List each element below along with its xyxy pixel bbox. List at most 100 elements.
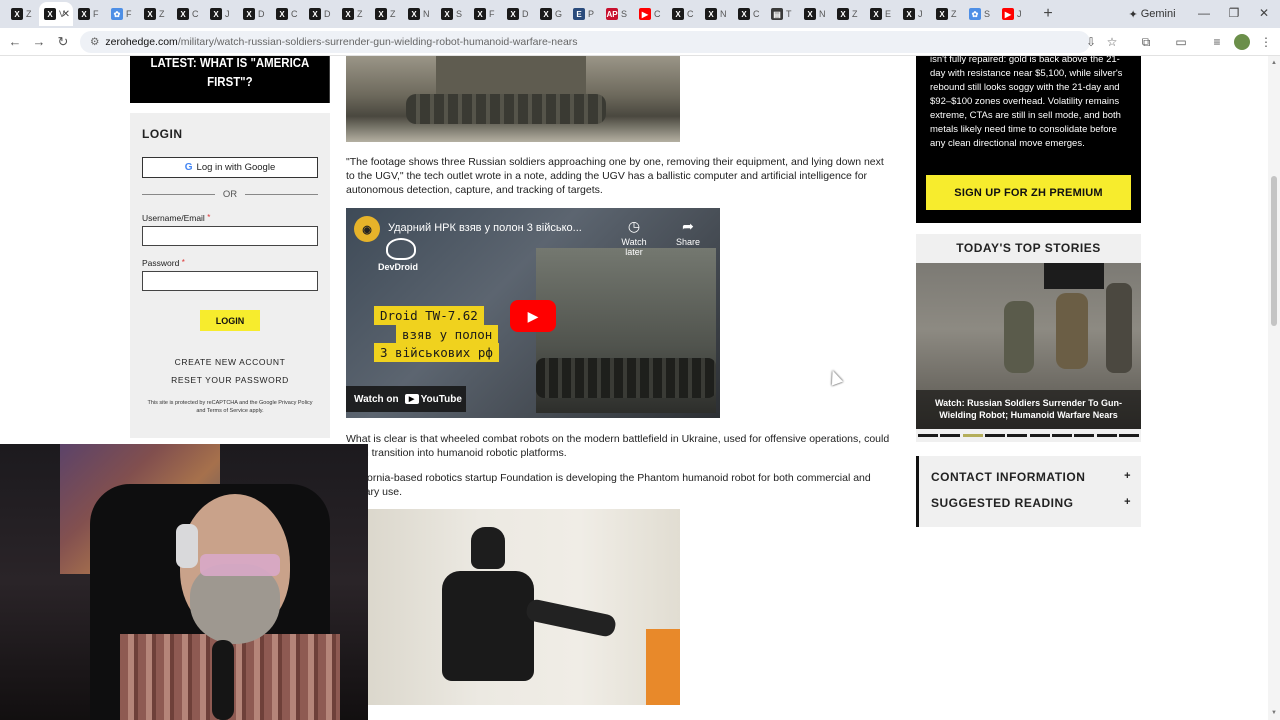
back-arrow-icon[interactable]: ← (3, 30, 27, 54)
bookmark-star-icon[interactable]: ☆ (1104, 35, 1120, 49)
restore-icon[interactable]: ❐ (1227, 6, 1241, 20)
browser-menu-icon[interactable]: ⋮ (1258, 35, 1274, 49)
contact-information-row[interactable]: CONTACT INFORMATION + (931, 470, 1131, 484)
browser-tab[interactable]: XC (172, 2, 205, 26)
login-button[interactable]: LOGIN (200, 310, 260, 331)
install-app-icon[interactable]: ⇩ (1083, 35, 1099, 49)
create-account-link[interactable]: CREATE NEW ACCOUNT (130, 357, 330, 367)
browser-tab[interactable]: AP S (601, 2, 634, 26)
browser-tab[interactable]: XN (403, 2, 436, 26)
browser-tab[interactable]: XS (436, 2, 469, 26)
carousel-dot[interactable] (1007, 434, 1028, 437)
close-window-icon[interactable]: ✕ (1257, 6, 1271, 20)
page-scrollbar[interactable]: ▲ ▼ (1268, 56, 1280, 720)
google-login-button[interactable]: G Log in with Google (142, 157, 318, 178)
carousel-dot[interactable] (1051, 434, 1072, 437)
expand-plus-icon[interactable]: + (1124, 496, 1131, 510)
browser-tab[interactable]: XC (667, 2, 700, 26)
url-bar[interactable]: ⚙ zerohedge.com/military/watch-russian-s… (80, 31, 1090, 53)
browser-tab[interactable]: XD (502, 2, 535, 26)
carousel-dot[interactable] (1118, 434, 1139, 437)
gemini-button[interactable]: ✦ Gemini (1120, 4, 1184, 24)
browser-tab[interactable]: XZ (931, 2, 964, 26)
carousel-dot[interactable] (918, 434, 938, 437)
robot-tank-image (346, 56, 680, 142)
expand-plus-icon[interactable]: + (1124, 470, 1131, 484)
x-logo-icon: X (738, 8, 750, 20)
scroll-up-arrow-icon[interactable]: ▲ (1270, 60, 1278, 66)
close-tab-icon[interactable]: ✕ (62, 9, 70, 20)
soldier-figure-shape (1106, 283, 1132, 373)
suggested-reading-row[interactable]: SUGGESTED READING + (931, 496, 1131, 510)
browser-tab[interactable]: XE (865, 2, 898, 26)
carousel-dot[interactable] (1074, 434, 1095, 437)
youtube-logo: ▶ YouTube (404, 394, 462, 405)
reset-password-link[interactable]: RESET YOUR PASSWORD (130, 375, 330, 385)
browser-tab[interactable]: X V ✕ (39, 2, 73, 26)
browser-tab[interactable]: XN (799, 2, 832, 26)
browser-tab[interactable]: XZ (337, 2, 370, 26)
promo-banner[interactable]: LATEST: WHAT IS "AMERICA FIRST"? (130, 56, 330, 103)
username-input[interactable] (142, 226, 318, 246)
youtube-embed[interactable]: ◉ Ударний НРК взяв у полон 3 військо... … (346, 208, 720, 418)
watch-later-button[interactable]: ◷ Watch later (612, 218, 656, 257)
browser-tab[interactable]: ✿ S (964, 2, 997, 26)
carousel-dot[interactable] (940, 434, 961, 437)
x-logo-icon: X (210, 8, 222, 20)
browser-tab[interactable]: XZ (832, 2, 865, 26)
scrollbar-thumb[interactable] (1271, 176, 1277, 326)
scroll-down-arrow-icon[interactable]: ▼ (1270, 710, 1278, 716)
browser-tab[interactable]: ✿ F (106, 2, 139, 26)
browser-tab[interactable]: ▶ C (634, 2, 667, 26)
browser-tab[interactable]: XJ (205, 2, 238, 26)
password-input[interactable] (142, 271, 318, 291)
channel-avatar[interactable]: ◉ (354, 216, 380, 242)
beard-shape (190, 564, 280, 644)
tab-title: G (555, 9, 563, 19)
recaptcha-note: This site is protected by reCAPTCHA and … (147, 400, 313, 414)
ap-icon: AP (606, 8, 618, 20)
new-tab-button[interactable]: + (1038, 5, 1058, 23)
browser-tab[interactable]: XF (469, 2, 502, 26)
divider-line (245, 193, 318, 195)
profile-avatar[interactable] (1234, 34, 1250, 50)
browser-tab[interactable]: XZ (6, 2, 39, 26)
carousel-dot[interactable] (962, 434, 983, 437)
browser-tab[interactable]: XJ (898, 2, 931, 26)
password-label: Password * (142, 258, 185, 268)
carousel-dot[interactable] (1029, 434, 1050, 437)
split-view-icon[interactable]: ▭ (1173, 35, 1189, 49)
minimize-icon[interactable]: — (1197, 6, 1211, 20)
browser-tab[interactable]: XD (238, 2, 271, 26)
browser-tab[interactable]: XF (73, 2, 106, 26)
site-info-icon[interactable]: ⚙ (90, 36, 99, 48)
carousel-dot[interactable] (1096, 434, 1117, 437)
premium-signup-button[interactable]: SIGN UP FOR ZH PREMIUM (926, 175, 1131, 210)
top-story-card[interactable]: Watch: Russian Soldiers Surrender To Gun… (916, 263, 1141, 429)
tab-title: S (621, 9, 628, 19)
browser-tab[interactable]: XC (733, 2, 766, 26)
play-button-icon[interactable]: ▶ (510, 300, 556, 332)
forward-arrow-icon[interactable]: → (27, 30, 51, 54)
watch-on-youtube-button[interactable]: Watch on ▶ YouTube (346, 386, 466, 412)
video-title[interactable]: Ударний НРК взяв у полон 3 військо... (388, 222, 608, 234)
browser-tab[interactable]: XG (535, 2, 568, 26)
top-story-caption[interactable]: Watch: Russian Soldiers Surrender To Gun… (916, 390, 1141, 429)
browser-tab[interactable]: ▶ J (997, 2, 1030, 26)
browser-tab[interactable]: XN (700, 2, 733, 26)
browser-tab[interactable]: XD (304, 2, 337, 26)
extensions-icon[interactable]: ⧉ (1138, 35, 1154, 50)
carousel-dot[interactable] (984, 434, 1005, 437)
watch-on-label: Watch on (354, 393, 399, 405)
browser-tab[interactable]: XC (271, 2, 304, 26)
browser-tab[interactable]: EP (568, 2, 601, 26)
browser-tab[interactable]: ▤ T (766, 2, 799, 26)
share-button[interactable]: ➦ Share (666, 218, 710, 247)
browser-tab[interactable]: XZ (139, 2, 172, 26)
tab-title: Z (951, 9, 957, 19)
x-logo-icon: X (375, 8, 387, 20)
tab-title: C (654, 9, 661, 19)
media-controls-icon[interactable]: ≡ (1209, 35, 1225, 49)
reload-icon[interactable]: ↻ (51, 30, 75, 54)
browser-tab[interactable]: XZ (370, 2, 403, 26)
